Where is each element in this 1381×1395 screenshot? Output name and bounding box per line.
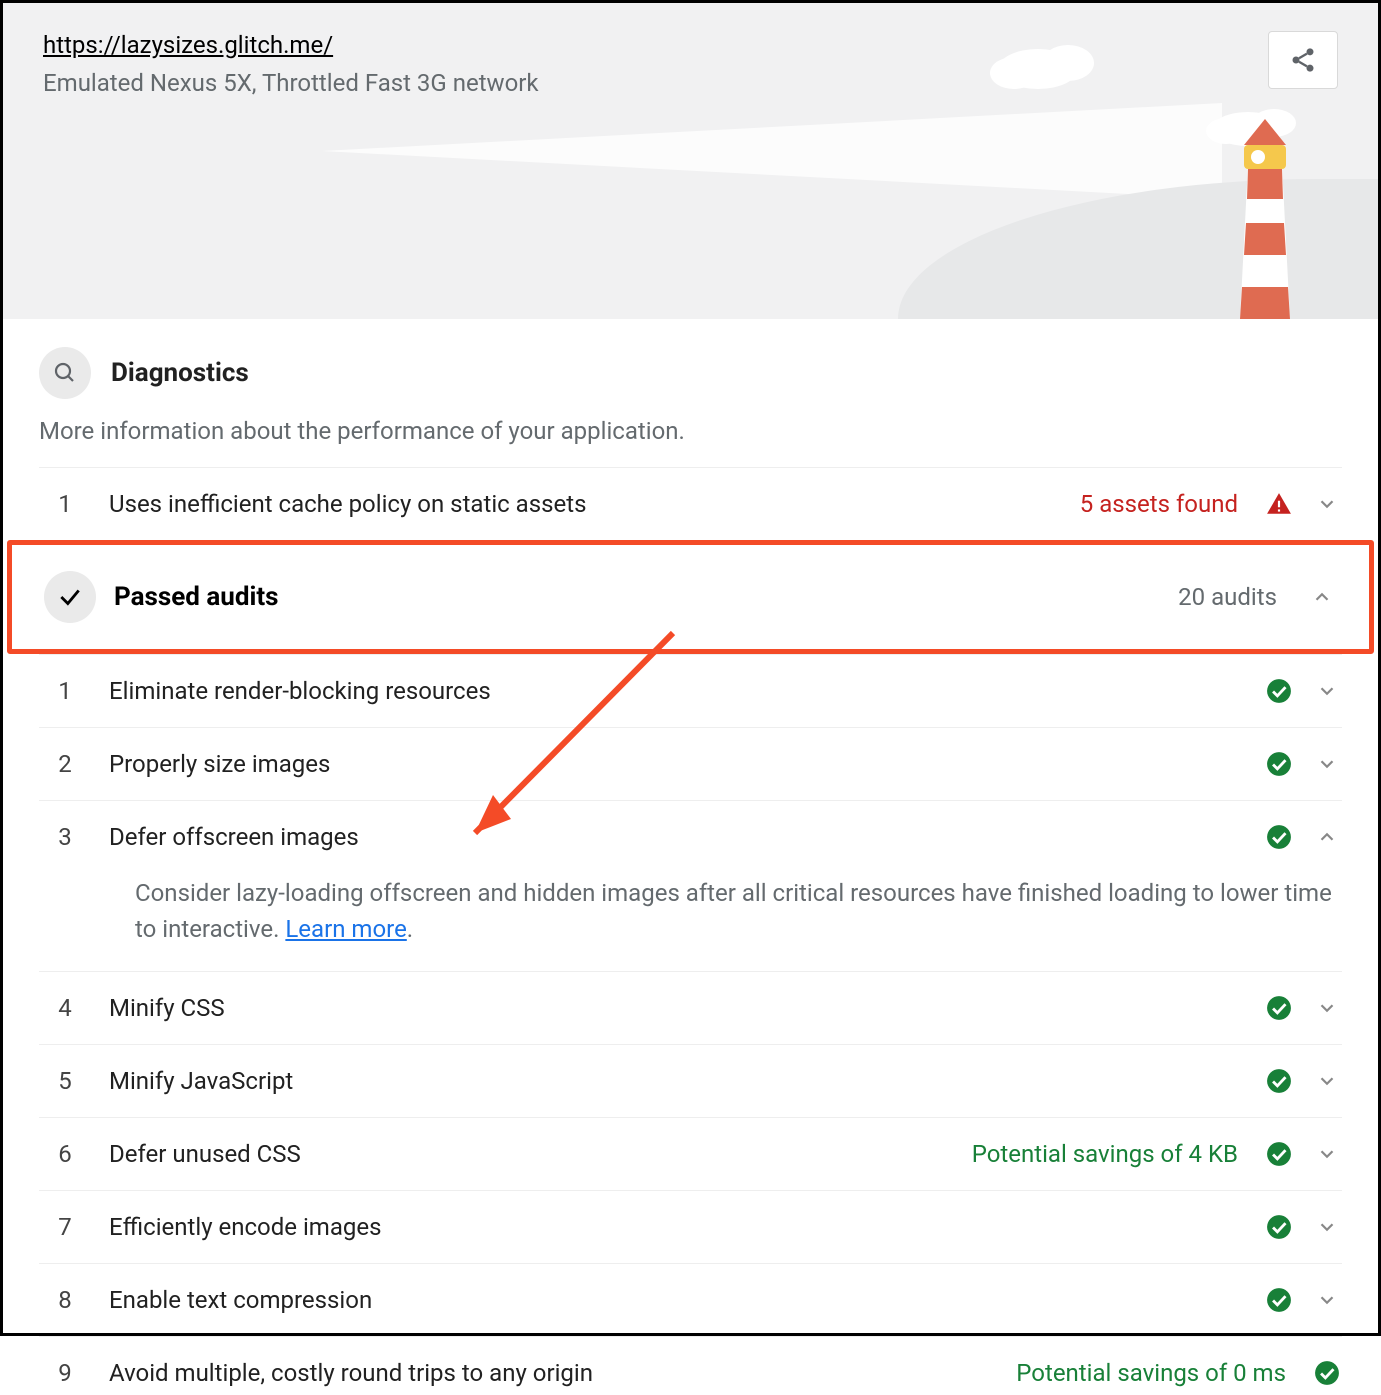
passed-audit-row[interactable]: 1 Eliminate render-blocking resources — [39, 654, 1342, 727]
report-frame: https://lazysizes.glitch.me/ Emulated Ne… — [0, 0, 1381, 1336]
report-body: Diagnostics More information about the p… — [3, 319, 1378, 1395]
passed-audits-toggle[interactable]: Passed audits 20 audits — [44, 549, 1337, 645]
row-number: 3 — [39, 823, 91, 851]
row-summary: 5 assets found — [1080, 490, 1238, 518]
row-number: 7 — [39, 1213, 91, 1241]
chevron-down-icon — [1312, 1070, 1342, 1092]
pass-icon — [1264, 1287, 1294, 1313]
chevron-down-icon — [1312, 1216, 1342, 1238]
tested-url-link[interactable]: https://lazysizes.glitch.me/ — [43, 31, 333, 59]
row-label: Enable text compression — [109, 1286, 1246, 1314]
row-number: 4 — [39, 994, 91, 1022]
row-number: 9 — [39, 1359, 91, 1387]
chevron-up-icon — [1307, 586, 1337, 608]
row-number: 6 — [39, 1140, 91, 1168]
chevron-down-icon — [1312, 493, 1342, 515]
row-number: 1 — [39, 490, 91, 518]
pass-icon — [1264, 751, 1294, 777]
diagnostics-header: Diagnostics — [39, 319, 1342, 417]
chevron-down-icon — [1312, 1289, 1342, 1311]
warning-icon — [1264, 491, 1294, 517]
row-label: Properly size images — [109, 750, 1246, 778]
row-number: 5 — [39, 1067, 91, 1095]
row-label: Avoid multiple, costly round trips to an… — [109, 1359, 998, 1387]
chevron-down-icon — [1312, 1143, 1342, 1165]
learn-more-link[interactable]: Learn more — [285, 915, 406, 943]
chevron-down-icon — [1312, 753, 1342, 775]
search-icon — [39, 347, 91, 399]
pass-icon — [1264, 1214, 1294, 1240]
passed-audit-row[interactable]: 9 Avoid multiple, costly round trips to a… — [39, 1336, 1342, 1395]
passed-audits-list: 1 Eliminate render-blocking resources 2 Pro… — [39, 654, 1342, 1395]
row-label: Minify CSS — [109, 994, 1246, 1022]
lighthouse-icon — [1220, 87, 1310, 319]
row-summary: Potential savings of 0 ms — [1016, 1359, 1286, 1387]
environment-subtitle: Emulated Nexus 5X, Throttled Fast 3G net… — [43, 69, 1338, 97]
diagnostics-description: More information about the performance o… — [39, 417, 1342, 467]
passed-audit-row[interactable]: 5 Minify JavaScript — [39, 1044, 1342, 1117]
audit-detail: Consider lazy-loading offscreen and hidd… — [39, 873, 1342, 971]
row-number: 8 — [39, 1286, 91, 1314]
passed-audits-highlight: Passed audits 20 audits — [7, 540, 1374, 654]
row-label: Minify JavaScript — [109, 1067, 1246, 1095]
chevron-down-icon — [1312, 680, 1342, 702]
check-icon — [44, 571, 96, 623]
lighthouse-beam — [322, 103, 1222, 199]
report-header: https://lazysizes.glitch.me/ Emulated Ne… — [3, 3, 1378, 319]
row-label: Defer offscreen images — [109, 823, 1246, 851]
row-number: 2 — [39, 750, 91, 778]
pass-icon — [1264, 678, 1294, 704]
passed-audits-title: Passed audits — [114, 582, 1160, 612]
passed-audit-row[interactable]: 3 Defer offscreen images — [39, 800, 1342, 873]
row-summary: Potential savings of 4 KB — [972, 1140, 1238, 1168]
share-icon — [1289, 46, 1317, 74]
passed-audit-row[interactable]: 6 Defer unused CSS Potential savings of 4 … — [39, 1117, 1342, 1190]
passed-audit-row[interactable]: 8 Enable text compression — [39, 1263, 1342, 1336]
row-label: Eliminate render-blocking resources — [109, 677, 1246, 705]
diagnostics-title: Diagnostics — [111, 358, 249, 388]
passed-audit-row[interactable]: 7 Efficiently encode images — [39, 1190, 1342, 1263]
pass-icon — [1264, 995, 1294, 1021]
pass-icon — [1264, 824, 1294, 850]
chevron-up-icon — [1312, 826, 1342, 848]
row-label: Uses inefficient cache policy on static … — [109, 490, 1062, 518]
chevron-down-icon — [1312, 997, 1342, 1019]
row-number: 1 — [39, 677, 91, 705]
pass-icon — [1264, 1141, 1294, 1167]
row-label: Efficiently encode images — [109, 1213, 1246, 1241]
passed-audit-row[interactable]: 2 Properly size images — [39, 727, 1342, 800]
diagnostic-row[interactable]: 1 Uses inefficient cache policy on stati… — [39, 467, 1342, 540]
share-button[interactable] — [1268, 31, 1338, 89]
row-label: Defer unused CSS — [109, 1140, 954, 1168]
pass-icon — [1264, 1068, 1294, 1094]
pass-icon — [1312, 1360, 1342, 1386]
passed-audit-row[interactable]: 4 Minify CSS — [39, 971, 1342, 1044]
passed-audits-count: 20 audits — [1178, 583, 1277, 611]
